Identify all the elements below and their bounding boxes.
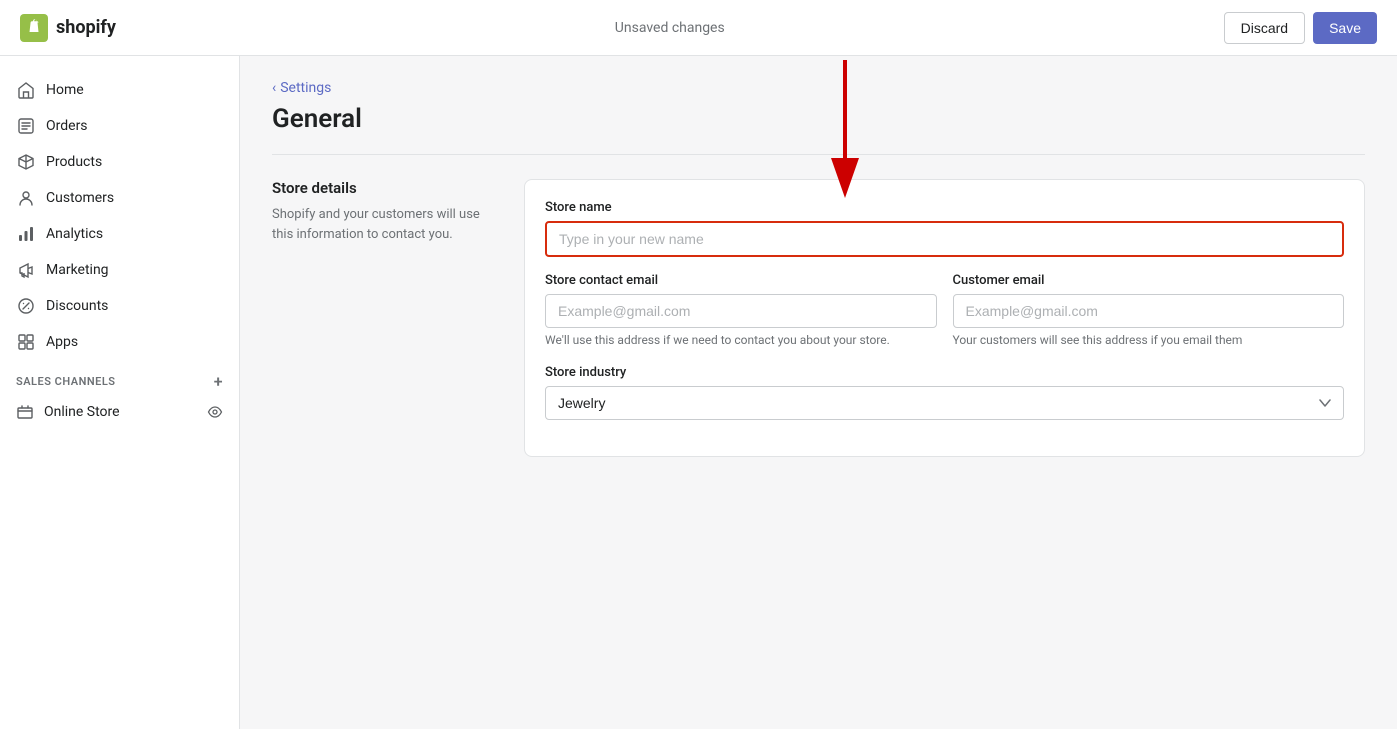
analytics-icon (16, 224, 36, 244)
store-contact-email-hint: We'll use this address if we need to con… (545, 332, 937, 349)
sales-channels-section: SALES CHANNELS + (0, 360, 239, 395)
sidebar-item-analytics-label: Analytics (46, 226, 103, 242)
customer-email-label: Customer email (953, 273, 1345, 288)
store-details-card: Store name Store contact email We'll use… (524, 179, 1365, 457)
add-sales-channel-icon[interactable]: + (214, 372, 223, 391)
home-icon (16, 80, 36, 100)
save-button[interactable]: Save (1313, 12, 1377, 44)
top-header: shopify Unsaved changes Discard Save (0, 0, 1397, 56)
store-name-label: Store name (545, 200, 1344, 215)
sidebar-item-orders-label: Orders (46, 118, 88, 134)
orders-icon (16, 116, 36, 136)
shopify-bag-icon (20, 14, 48, 42)
logo: shopify (20, 14, 116, 42)
unsaved-changes-label: Unsaved changes (615, 20, 725, 36)
sidebar-item-marketing-label: Marketing (46, 262, 109, 278)
sales-channels-label: SALES CHANNELS (16, 375, 116, 388)
discounts-icon (16, 296, 36, 316)
store-contact-email-group: Store contact email We'll use this addre… (545, 273, 937, 349)
back-link-label: Settings (280, 80, 331, 96)
main-content: ‹ Settings General Store details Shopify… (240, 56, 1397, 729)
marketing-icon (16, 260, 36, 280)
online-store-label: Online Store (44, 404, 120, 420)
sidebar-item-orders[interactable]: Orders (0, 108, 239, 144)
section-title: Store details (272, 179, 492, 197)
sidebar-item-products-label: Products (46, 154, 102, 170)
sidebar-item-products[interactable]: Products (0, 144, 239, 180)
store-details-section: Store details Shopify and your customers… (272, 179, 1365, 457)
sidebar-item-apps[interactable]: Apps (0, 324, 239, 360)
online-store-icon (16, 403, 34, 421)
store-name-group: Store name (545, 200, 1344, 257)
email-row: Store contact email We'll use this addre… (545, 273, 1344, 365)
apps-icon (16, 332, 36, 352)
customer-email-group: Customer email Your customers will see t… (953, 273, 1345, 349)
page-divider (272, 154, 1365, 155)
header-actions: Discard Save (1224, 12, 1377, 44)
sidebar-item-discounts-label: Discounts (46, 298, 108, 314)
logo-text: shopify (56, 17, 116, 38)
sidebar: Home Orders Products Customers Analytics (0, 56, 240, 729)
store-contact-email-input[interactable] (545, 294, 937, 328)
sidebar-item-online-store[interactable]: Online Store (0, 395, 239, 429)
customer-email-hint: Your customers will see this address if … (953, 332, 1345, 349)
sidebar-item-apps-label: Apps (46, 334, 78, 350)
store-contact-email-label: Store contact email (545, 273, 937, 288)
back-arrow-icon: ‹ (272, 80, 276, 96)
sidebar-item-customers-label: Customers (46, 190, 114, 206)
store-name-input[interactable] (545, 221, 1344, 257)
products-icon (16, 152, 36, 172)
layout: Home Orders Products Customers Analytics (0, 56, 1397, 729)
page-title: General (272, 104, 1365, 134)
store-industry-label: Store industry (545, 365, 1344, 380)
customers-icon (16, 188, 36, 208)
store-industry-select[interactable]: Jewelry Clothing Electronics Food and dr… (545, 386, 1344, 420)
discard-button[interactable]: Discard (1224, 12, 1305, 44)
page-wrapper: ‹ Settings General Store details Shopify… (240, 56, 1397, 481)
store-industry-group: Store industry Jewelry Clothing Electron… (545, 365, 1344, 420)
customer-email-input[interactable] (953, 294, 1345, 328)
sidebar-item-marketing[interactable]: Marketing (0, 252, 239, 288)
section-sidebar: Store details Shopify and your customers… (272, 179, 492, 457)
section-desc: Shopify and your customers will use this… (272, 205, 492, 244)
sidebar-item-analytics[interactable]: Analytics (0, 216, 239, 252)
online-store-eye-icon[interactable] (207, 404, 223, 420)
sidebar-item-customers[interactable]: Customers (0, 180, 239, 216)
sidebar-item-discounts[interactable]: Discounts (0, 288, 239, 324)
back-link[interactable]: ‹ Settings (272, 80, 1365, 96)
sidebar-item-home[interactable]: Home (0, 72, 239, 108)
sidebar-item-home-label: Home (46, 82, 84, 98)
